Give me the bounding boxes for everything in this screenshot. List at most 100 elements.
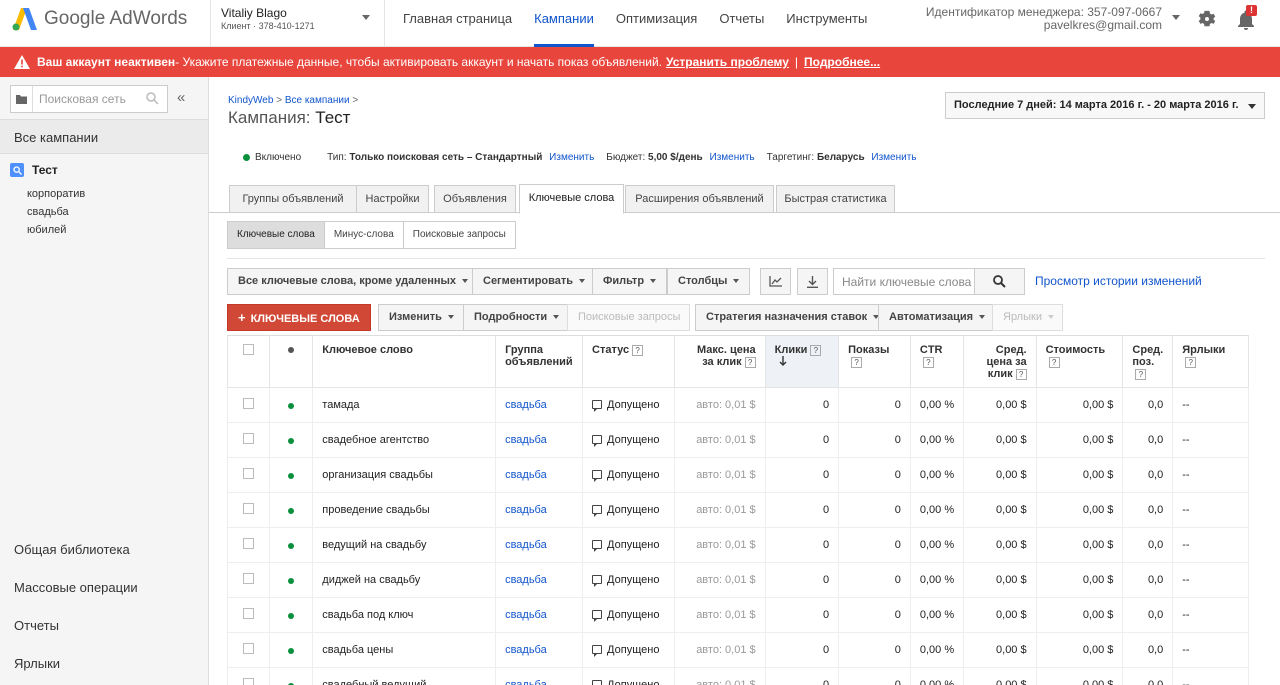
keyword-cell[interactable]: свадебный ведущий (312, 667, 497, 685)
sidebar-adgroup[interactable]: корпоратив (27, 188, 85, 200)
tab-ads[interactable]: Объявления (434, 185, 516, 213)
enabled-dot-icon[interactable] (288, 437, 294, 444)
help-icon[interactable]: ? (1185, 356, 1197, 368)
all-campaigns-link[interactable]: Все кампании (0, 119, 208, 154)
row-checkbox[interactable] (242, 468, 254, 479)
chart-button[interactable] (760, 268, 791, 295)
edit-dropdown[interactable]: Изменить (378, 304, 465, 331)
status-cell[interactable]: Допущено (582, 597, 675, 633)
status-cell[interactable]: Допущено (582, 492, 675, 528)
keyword-filter-dropdown[interactable]: Все ключевые слова, кроме удаленных (227, 268, 480, 295)
col-labels[interactable]: Ярлыки? (1172, 335, 1249, 388)
folder-icon[interactable] (11, 86, 33, 112)
sidebar-search-input[interactable] (39, 86, 144, 112)
help-icon[interactable]: ? (922, 356, 934, 368)
max-cpc-cell[interactable]: авто: 0,01 $ (673, 632, 766, 668)
download-button[interactable] (797, 268, 828, 295)
max-cpc-cell[interactable]: авто: 0,01 $ (673, 457, 766, 493)
nav-tools[interactable]: Инструменты (775, 0, 878, 47)
max-cpc-cell[interactable]: авто: 0,01 $ (673, 562, 766, 598)
row-checkbox[interactable] (242, 573, 254, 584)
max-cpc-cell[interactable]: авто: 0,01 $ (673, 597, 766, 633)
col-ad-group[interactable]: Группа объявлений (495, 335, 584, 388)
add-keywords-button[interactable]: + КЛЮЧЕВЫЕ СЛОВА (227, 304, 371, 331)
keyword-cell[interactable]: организация свадьбы (312, 457, 497, 493)
status-cell[interactable]: Допущено (582, 562, 675, 598)
tab-ad-extensions[interactable]: Расширения объявлений (625, 185, 774, 213)
labels-link[interactable]: Ярлыки (14, 656, 60, 671)
reports-link[interactable]: Отчеты (14, 618, 59, 633)
max-cpc-cell[interactable]: авто: 0,01 $ (673, 387, 766, 423)
sidebar-adgroup[interactable]: юбилей (27, 224, 66, 236)
adwords-logo[interactable]: Google AdWords (12, 6, 187, 32)
row-checkbox[interactable] (242, 643, 254, 654)
sidebar-adgroup[interactable]: свадьба (27, 206, 69, 218)
account-switcher[interactable]: Vitaliy Blago Клиент · 378-410-1271 (210, 0, 385, 47)
col-impressions[interactable]: Показы? (838, 335, 911, 388)
row-checkbox[interactable] (242, 503, 254, 514)
keyword-cell[interactable]: ведущий на свадьбу (312, 527, 497, 563)
max-cpc-cell[interactable]: авто: 0,01 $ (673, 667, 766, 685)
enabled-dot-icon[interactable] (288, 542, 294, 549)
status-cell[interactable]: Допущено (582, 457, 675, 493)
bulk-operations-link[interactable]: Массовые операции (14, 580, 138, 595)
enabled-dot-icon[interactable] (288, 402, 294, 409)
enabled-dot-icon[interactable] (288, 472, 294, 479)
col-avg-pos[interactable]: Сред. поз.? (1122, 335, 1174, 388)
status-cell[interactable]: Допущено (582, 422, 675, 458)
search-terms-button[interactable]: Поисковые запросы (567, 304, 690, 331)
select-all-checkbox[interactable] (242, 344, 254, 355)
ad-group-link[interactable]: свадьба (505, 504, 547, 516)
help-icon[interactable]: ? (1135, 368, 1147, 380)
edit-type-link[interactable]: Изменить (549, 152, 594, 163)
keyword-search-input[interactable] (834, 269, 974, 294)
automate-dropdown[interactable]: Автоматизация (878, 304, 997, 331)
help-icon[interactable]: ? (1015, 368, 1027, 380)
ad-group-link[interactable]: свадьба (505, 399, 547, 411)
enabled-dot-icon[interactable] (288, 647, 294, 654)
max-cpc-cell[interactable]: авто: 0,01 $ (673, 492, 766, 528)
tab-quick-stats[interactable]: Быстрая статистика (776, 185, 895, 213)
nav-optimization[interactable]: Оптимизация (605, 0, 709, 47)
status-cell[interactable]: Допущено (582, 667, 675, 685)
help-icon[interactable]: ? (851, 356, 863, 368)
row-checkbox[interactable] (242, 538, 254, 549)
chevron-down-icon[interactable] (1172, 15, 1180, 20)
col-clicks[interactable]: Клики? (764, 335, 840, 388)
date-range-picker[interactable]: Последние 7 дней: 14 марта 2016 г. - 20 … (945, 92, 1265, 119)
ad-group-link[interactable]: свадьба (505, 644, 547, 656)
status-cell[interactable]: Допущено (582, 387, 675, 423)
gear-icon[interactable] (1198, 10, 1216, 28)
learn-more-link[interactable]: Подробнее... (804, 55, 880, 69)
enabled-dot-icon[interactable] (288, 612, 294, 619)
nav-reports[interactable]: Отчеты (708, 0, 775, 47)
subtab-negative-keywords[interactable]: Минус-слова (324, 222, 404, 248)
edit-targeting-link[interactable]: Изменить (871, 152, 916, 163)
ad-group-link[interactable]: свадьба (505, 679, 547, 685)
manager-info[interactable]: Идентификатор менеджера: 357-097-0667 pa… (926, 6, 1162, 32)
collapse-sidebar-button[interactable]: « (177, 90, 185, 105)
keyword-cell[interactable]: диджей на свадьбу (312, 562, 497, 598)
columns-dropdown[interactable]: Столбцы (667, 268, 751, 295)
status-cell[interactable]: Допущено (582, 632, 675, 668)
status-cell[interactable]: Допущено (582, 527, 675, 563)
ad-group-link[interactable]: свадьба (505, 609, 547, 621)
subtab-search-terms[interactable]: Поисковые запросы (403, 222, 515, 248)
tab-settings[interactable]: Настройки (356, 185, 429, 213)
breadcrumb-account[interactable]: KindyWeb (228, 95, 273, 106)
keyword-cell[interactable]: свадебное агентство (312, 422, 497, 458)
col-cost[interactable]: Стоимость? (1035, 335, 1124, 388)
col-ctr[interactable]: CTR? (909, 335, 965, 388)
row-checkbox[interactable] (242, 678, 254, 685)
bid-strategy-dropdown[interactable]: Стратегия назначения ставок (695, 304, 891, 331)
col-keyword[interactable]: Ключевое слово (312, 335, 497, 388)
keyword-cell[interactable]: проведение свадьбы (312, 492, 497, 528)
breadcrumb-all-campaigns[interactable]: Все кампании (285, 95, 350, 106)
change-history-link[interactable]: Просмотр истории изменений (1035, 274, 1202, 288)
search-icon[interactable] (146, 92, 159, 105)
tab-ad-groups[interactable]: Группы объявлений (229, 185, 357, 213)
nav-home[interactable]: Главная страница (392, 0, 523, 47)
enabled-dot-icon[interactable] (288, 507, 294, 514)
subtab-keywords[interactable]: Ключевые слова (228, 222, 325, 248)
sidebar-campaign[interactable]: Тест (10, 163, 58, 177)
